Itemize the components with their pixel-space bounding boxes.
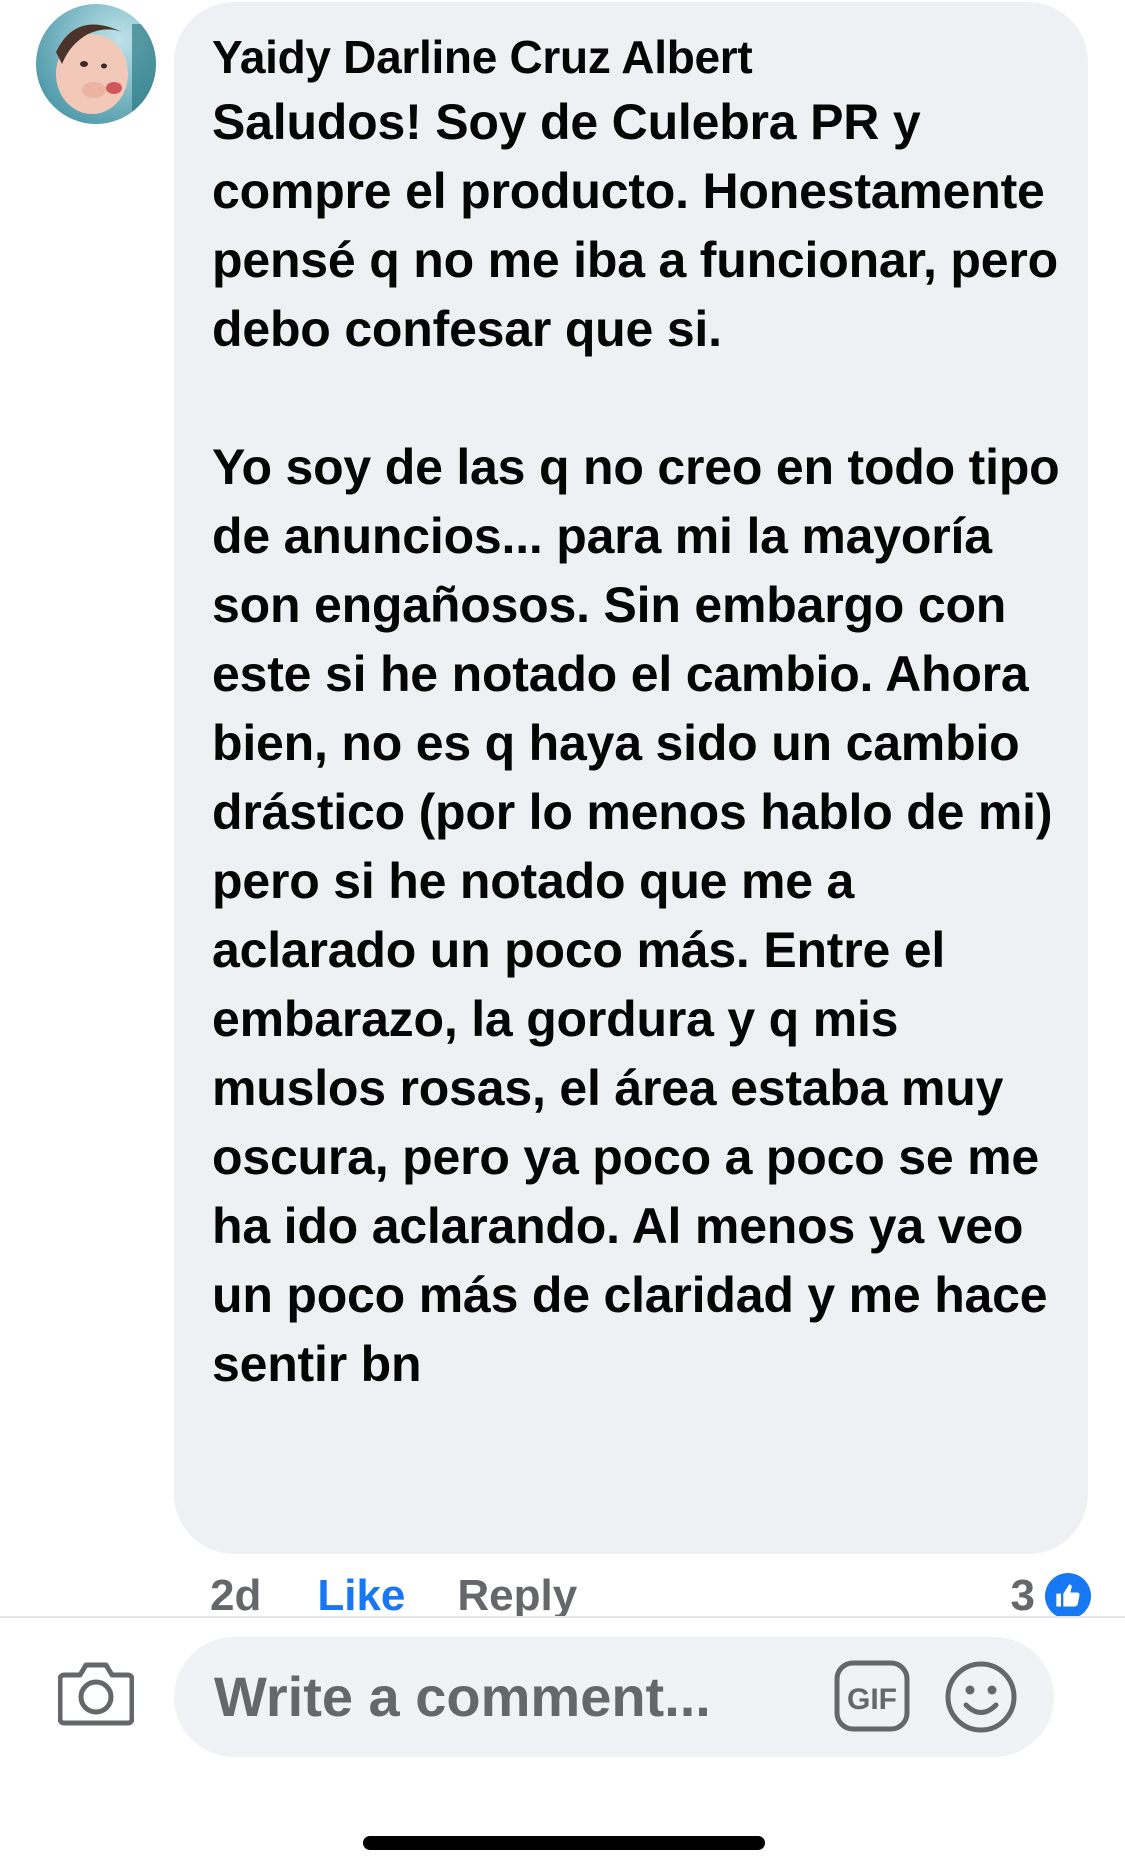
profile-photo xyxy=(36,4,156,124)
comment-paragraph: Saludos! Soy de Culebra PR y compre el p… xyxy=(212,94,1058,357)
smiley-icon[interactable] xyxy=(944,1660,1018,1734)
gif-button[interactable]: GIF xyxy=(834,1660,910,1732)
camera-icon[interactable] xyxy=(57,1657,135,1727)
reaction-count: 3 xyxy=(1010,1571,1035,1620)
comment-placeholder: Write a comment... xyxy=(214,1665,711,1728)
gif-label: GIF xyxy=(847,1683,897,1716)
comment-author[interactable]: Yaidy Darline Cruz Albert xyxy=(212,26,1060,88)
thumbs-up-icon xyxy=(1045,1573,1091,1619)
comment-input[interactable]: Write a comment... xyxy=(174,1637,1054,1757)
avatar[interactable] xyxy=(36,4,156,124)
divider xyxy=(0,1616,1125,1618)
comment-bubble: Yaidy Darline Cruz Albert Saludos! Soy d… xyxy=(174,2,1088,1554)
comment-paragraph: Yo soy de las q no creo en todo tipo de … xyxy=(212,439,1060,1392)
comment-body: Saludos! Soy de Culebra PR y compre el p… xyxy=(212,88,1060,1399)
home-indicator[interactable] xyxy=(363,1836,765,1850)
